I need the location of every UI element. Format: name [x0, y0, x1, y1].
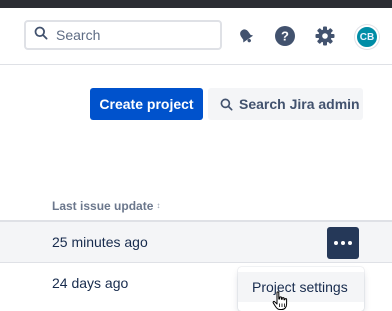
- more-dot: [334, 241, 338, 245]
- column-header-last-issue-update[interactable]: Last issue update ↕: [52, 199, 160, 213]
- search-box[interactable]: [24, 20, 222, 50]
- more-dot: [348, 241, 352, 245]
- svg-text:?: ?: [281, 29, 289, 44]
- avatar-initials: CB: [359, 31, 375, 43]
- help-icon[interactable]: ?: [272, 23, 298, 49]
- sort-icon: ↕: [156, 201, 161, 210]
- top-navbar: ? CB: [0, 8, 392, 65]
- column-header-label: Last issue update: [52, 199, 154, 213]
- avatar[interactable]: CB: [355, 25, 379, 49]
- search-input[interactable]: [56, 27, 206, 43]
- project-settings-menu-item[interactable]: Project settings: [238, 272, 364, 302]
- row-actions-dropdown: Project settings: [238, 267, 364, 311]
- more-dot: [341, 241, 345, 245]
- last-issue-update-cell: 25 minutes ago: [52, 234, 148, 250]
- search-jira-admin-label: Search Jira admin: [239, 96, 360, 112]
- last-issue-update-cell: 24 days ago: [52, 275, 129, 291]
- search-jira-admin-button[interactable]: Search Jira admin: [208, 88, 363, 120]
- create-project-button[interactable]: Create project: [90, 88, 203, 120]
- notifications-icon[interactable]: [233, 23, 259, 49]
- search-icon: [220, 98, 233, 111]
- search-icon: [34, 26, 48, 45]
- table-row[interactable]: 25 minutes ago: [0, 222, 392, 263]
- top-window-bar: [0, 0, 392, 8]
- hand-cursor-icon: [272, 291, 288, 310]
- more-actions-button[interactable]: [327, 227, 359, 259]
- settings-icon[interactable]: [312, 23, 338, 49]
